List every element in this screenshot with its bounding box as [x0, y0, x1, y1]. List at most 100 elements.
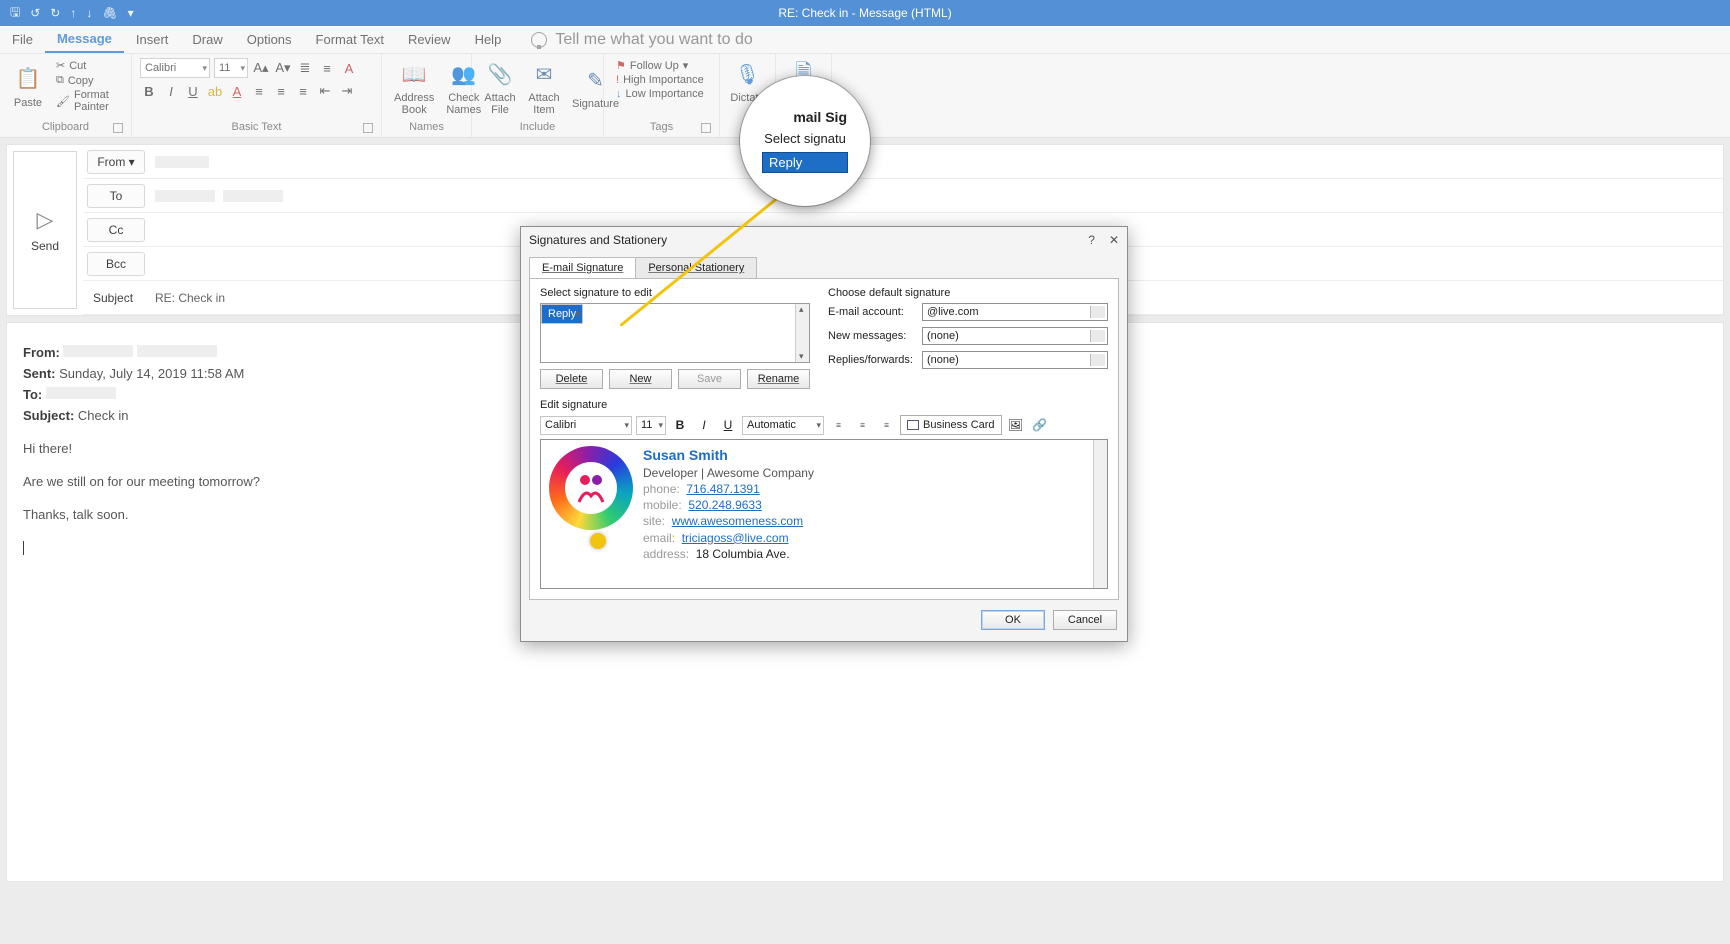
sent-label: Sent: [23, 366, 56, 381]
new-messages-label: New messages: [828, 330, 916, 342]
tab-review[interactable]: Review [396, 26, 463, 53]
rename-button[interactable]: Rename [747, 369, 810, 389]
email-account-select[interactable]: @live.com [922, 303, 1108, 321]
high-importance-button[interactable]: !High Importance [612, 73, 711, 87]
tell-me-input[interactable]: Tell me what you want to do [555, 31, 752, 49]
tab-insert[interactable]: Insert [124, 26, 181, 53]
qat-redo-icon[interactable]: ↻ [50, 6, 60, 20]
paste-button[interactable]: 📋 Paste [8, 63, 48, 109]
bullets-icon[interactable]: ≣ [296, 59, 314, 77]
basictext-launcher-icon[interactable] [363, 123, 373, 133]
subject-label: Subject [87, 287, 145, 309]
numbering-icon[interactable]: ≡ [318, 59, 336, 77]
indent-inc-icon[interactable]: ⇥ [338, 82, 356, 100]
sig-site-value[interactable]: www.awesomeness.com [672, 514, 803, 528]
new-button[interactable]: New [609, 369, 672, 389]
align-left-icon[interactable]: ≡ [250, 82, 268, 100]
font-select[interactable]: Calibri [140, 58, 210, 78]
signature-logo-icon [549, 446, 633, 530]
attach-file-button[interactable]: 📎Attach File [480, 58, 520, 116]
ok-button[interactable]: OK [981, 610, 1045, 630]
magnifier-callout: mail Sig Select signatu Reply [740, 76, 870, 206]
qat-undo-icon[interactable]: ↺ [30, 6, 40, 20]
bold-icon[interactable]: B [140, 82, 158, 100]
clear-format-icon[interactable]: A [340, 59, 358, 77]
tags-launcher-icon[interactable] [701, 123, 711, 133]
underline-icon[interactable]: U [184, 82, 202, 100]
replies-forwards-select[interactable]: (none) [922, 351, 1108, 369]
sig-mobile-key: mobile: [643, 498, 682, 512]
cut-button[interactable]: ✂Cut [52, 58, 123, 73]
sig-bold-icon[interactable]: B [670, 415, 690, 435]
new-messages-select[interactable]: (none) [922, 327, 1108, 345]
align-center-icon[interactable]: ≡ [272, 82, 290, 100]
sig-font-select[interactable]: Calibri [540, 416, 632, 435]
to-button[interactable]: To [87, 184, 145, 208]
font-size-select[interactable]: 11 [214, 58, 248, 78]
sig-phone-value[interactable]: 716.487.1391 [686, 482, 759, 496]
address-book-button[interactable]: 📖Address Book [390, 58, 438, 116]
text-cursor [23, 541, 24, 555]
sig-color-select[interactable]: Automatic [742, 416, 824, 435]
clipboard-group-label: Clipboard [42, 121, 89, 133]
sig-phone-key: phone: [643, 482, 680, 496]
tab-options[interactable]: Options [235, 26, 304, 53]
down-arrow-icon: ↓ [616, 88, 622, 100]
qat-up-icon[interactable]: ↑ [70, 6, 76, 20]
insert-link-icon[interactable]: 🔗 [1030, 415, 1050, 435]
choose-default-label: Choose default signature [828, 287, 1108, 299]
sig-align-center-icon[interactable]: ≡ [852, 415, 872, 435]
subject-field[interactable]: RE: Check in [149, 291, 225, 305]
bcc-button[interactable]: Bcc [87, 252, 145, 276]
sig-email-value[interactable]: triciagoss@live.com [682, 531, 789, 545]
grow-font-icon[interactable]: A▴ [252, 59, 270, 77]
dialog-help-icon[interactable]: ? [1088, 233, 1095, 247]
tab-file[interactable]: File [0, 26, 45, 53]
cancel-button[interactable]: Cancel [1053, 610, 1117, 630]
follow-up-button[interactable]: ⚑Follow Up ▾ [612, 58, 711, 73]
italic-icon[interactable]: I [162, 82, 180, 100]
sigedit-scrollbar[interactable] [1093, 440, 1107, 588]
to-field[interactable] [149, 190, 283, 202]
bulb-icon [531, 32, 547, 48]
business-card-button[interactable]: Business Card [900, 415, 1002, 435]
delete-button[interactable]: Delete [540, 369, 603, 389]
low-importance-button[interactable]: ↓Low Importance [612, 87, 711, 101]
qat-down-icon[interactable]: ↓ [86, 6, 92, 20]
from-button[interactable]: From ▾ [87, 150, 145, 174]
sig-size-select[interactable]: 11 [636, 416, 666, 435]
tags-group-label: Tags [650, 121, 673, 133]
shrink-font-icon[interactable]: A▾ [274, 59, 292, 77]
indent-dec-icon[interactable]: ⇤ [316, 82, 334, 100]
tab-help[interactable]: Help [463, 26, 514, 53]
zoom-text-2: Select signatu [764, 131, 846, 146]
qat-more-icon[interactable]: ▾ [128, 6, 134, 20]
sig-underline-icon[interactable]: U [718, 415, 738, 435]
sent-value: Sunday, July 14, 2019 11:58 AM [59, 366, 244, 381]
copy-button[interactable]: ⧉Copy [52, 73, 123, 88]
sig-align-left-icon[interactable]: ≡ [828, 415, 848, 435]
attach-item-button[interactable]: ✉Attach Item [524, 58, 564, 116]
tab-message[interactable]: Message [45, 26, 124, 53]
tab-format-text[interactable]: Format Text [304, 26, 396, 53]
subject-body-value: Check in [78, 408, 129, 423]
font-color-icon[interactable]: A [228, 82, 246, 100]
send-button[interactable]: ▷ Send [13, 151, 77, 309]
insert-picture-icon[interactable]: 🖼 [1006, 415, 1026, 435]
signature-editor[interactable]: Susan Smith Developer | Awesome Company … [540, 439, 1108, 589]
align-right-icon[interactable]: ≡ [294, 82, 312, 100]
clipboard-launcher-icon[interactable] [113, 123, 123, 133]
qat-save-icon[interactable]: 🖫 [10, 3, 20, 24]
card-icon [907, 420, 919, 430]
sig-mobile-value[interactable]: 520.248.9633 [688, 498, 761, 512]
tab-draw[interactable]: Draw [180, 26, 234, 53]
dialog-close-icon[interactable]: ✕ [1109, 233, 1119, 247]
signature-item-reply[interactable]: Reply [541, 304, 583, 324]
sig-align-right-icon[interactable]: ≡ [876, 415, 896, 435]
copy-icon: ⧉ [56, 74, 64, 87]
format-painter-button[interactable]: 🖌Format Painter [52, 88, 123, 114]
cc-button[interactable]: Cc [87, 218, 145, 242]
qat-attach-icon[interactable]: 🖇 [102, 6, 117, 20]
highlight-icon[interactable]: ab [206, 82, 224, 100]
sig-italic-icon[interactable]: I [694, 415, 714, 435]
